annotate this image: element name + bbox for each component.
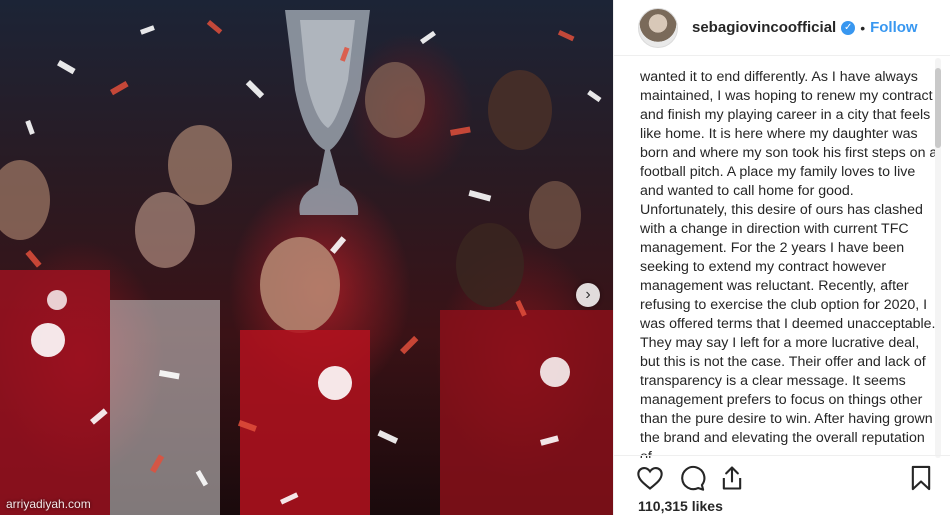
carousel-next-button[interactable]: › xyxy=(576,283,600,307)
separator-dot: • xyxy=(860,19,866,36)
heart-icon[interactable] xyxy=(636,464,664,492)
post-actions: 110,315 likes xyxy=(614,455,950,516)
share-icon[interactable] xyxy=(718,464,746,492)
watermark: arriyadiyah.com xyxy=(6,497,91,511)
post-photo[interactable]: › arriyadiyah.com xyxy=(0,0,613,515)
likes-count[interactable]: 110,315 likes xyxy=(638,498,723,514)
bookmark-icon[interactable] xyxy=(907,464,935,492)
chevron-right-icon: › xyxy=(585,286,591,303)
verified-badge-icon: ✓ xyxy=(841,20,856,35)
celebration-photo-graphic xyxy=(0,10,613,515)
post-details-panel: sebagiovincoofficial ✓ • Follow wanted i… xyxy=(613,0,950,515)
post-header: sebagiovincoofficial ✓ • Follow xyxy=(614,0,950,56)
username-link[interactable]: sebagiovincoofficial xyxy=(692,19,836,36)
avatar[interactable] xyxy=(638,7,678,48)
scrollbar-thumb[interactable] xyxy=(935,68,941,148)
comment-icon[interactable] xyxy=(678,464,706,492)
caption-scrollbar[interactable] xyxy=(935,58,941,458)
follow-button[interactable]: Follow xyxy=(870,19,918,36)
post-caption: wanted it to end differently. As I have … xyxy=(640,69,938,458)
